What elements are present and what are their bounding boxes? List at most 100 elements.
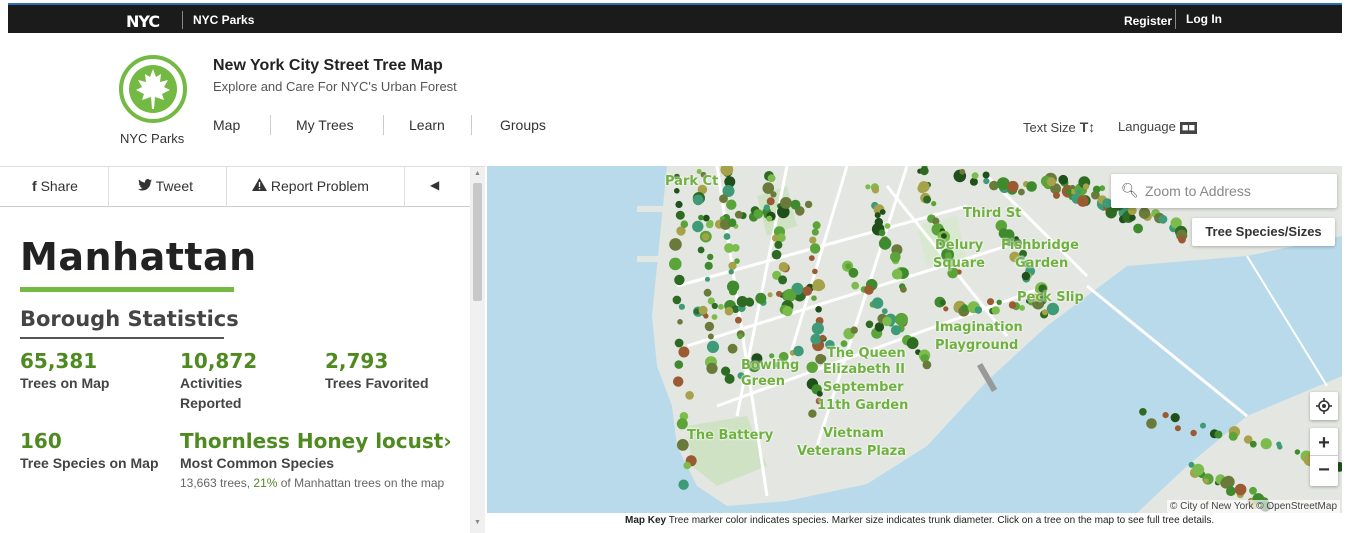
tree-marker[interactable] bbox=[1021, 271, 1031, 281]
locate-me-button[interactable] bbox=[1310, 392, 1338, 420]
tree-marker[interactable] bbox=[810, 333, 822, 345]
tree-marker[interactable] bbox=[678, 303, 685, 310]
tree-marker[interactable] bbox=[767, 174, 776, 183]
tree-marker[interactable] bbox=[878, 229, 886, 237]
tree-marker[interactable] bbox=[871, 297, 884, 309]
tree-marker[interactable] bbox=[1294, 449, 1301, 455]
tree-marker[interactable] bbox=[723, 233, 731, 240]
tree-marker[interactable] bbox=[669, 257, 682, 271]
tree-marker[interactable] bbox=[845, 263, 852, 270]
tree-marker[interactable] bbox=[705, 276, 710, 282]
tree-marker[interactable] bbox=[1228, 431, 1238, 441]
collapse-sidebar-icon[interactable]: ◀ bbox=[430, 178, 439, 192]
tree-marker[interactable] bbox=[1046, 177, 1056, 187]
nyc-parks-logo[interactable] bbox=[119, 55, 187, 123]
tree-marker[interactable] bbox=[811, 228, 819, 236]
tree-marker[interactable] bbox=[922, 360, 932, 370]
tree-marker[interactable] bbox=[879, 209, 886, 215]
tree-marker[interactable] bbox=[1065, 188, 1072, 195]
tree-marker[interactable] bbox=[816, 390, 823, 397]
tree-marker[interactable] bbox=[1260, 438, 1272, 450]
tree-marker[interactable] bbox=[996, 299, 1002, 305]
tree-marker[interactable] bbox=[1042, 309, 1048, 316]
tree-marker[interactable] bbox=[698, 214, 704, 221]
tree-marker[interactable] bbox=[848, 267, 859, 278]
tree-marker[interactable] bbox=[771, 249, 782, 260]
tree-marker[interactable] bbox=[808, 409, 817, 418]
tree-marker[interactable] bbox=[809, 243, 821, 254]
tree-marker[interactable] bbox=[1170, 413, 1180, 423]
tree-marker[interactable] bbox=[1138, 207, 1151, 219]
tree-marker[interactable] bbox=[793, 345, 804, 357]
tree-marker[interactable] bbox=[707, 220, 714, 226]
tree-marker[interactable] bbox=[707, 253, 714, 261]
tree-marker[interactable] bbox=[707, 333, 714, 340]
tree-marker[interactable] bbox=[778, 275, 788, 285]
tree-marker[interactable] bbox=[774, 240, 783, 249]
tree-map[interactable]: Park Ct Bowling Green The Battery The Qu… bbox=[487, 166, 1342, 513]
tree-marker[interactable] bbox=[811, 295, 817, 301]
share-button[interactable]: f Share bbox=[32, 178, 78, 194]
tree-marker[interactable] bbox=[865, 320, 874, 329]
scroll-up-icon[interactable]: ▲ bbox=[474, 170, 481, 177]
tree-marker[interactable] bbox=[804, 200, 813, 209]
tree-marker[interactable] bbox=[923, 195, 932, 204]
scrollbar-thumb[interactable] bbox=[473, 183, 482, 301]
tree-marker[interactable] bbox=[864, 285, 874, 295]
tree-marker[interactable] bbox=[808, 255, 815, 261]
nyc-parks-link[interactable]: NYC Parks bbox=[182, 11, 254, 29]
tree-marker[interactable] bbox=[812, 268, 818, 275]
tree-marker[interactable] bbox=[931, 201, 937, 207]
tree-marker[interactable] bbox=[678, 346, 690, 358]
tree-marker[interactable] bbox=[851, 281, 860, 290]
nav-learn[interactable]: Learn bbox=[409, 117, 445, 133]
tree-marker[interactable] bbox=[1076, 189, 1082, 194]
tree-marker[interactable] bbox=[1226, 486, 1236, 497]
tree-marker[interactable] bbox=[1178, 235, 1186, 244]
tree-marker[interactable] bbox=[906, 337, 919, 350]
tree-marker[interactable] bbox=[1133, 223, 1143, 234]
tweet-button[interactable]: Tweet bbox=[138, 178, 193, 194]
tree-marker[interactable] bbox=[812, 279, 825, 292]
tree-marker[interactable] bbox=[918, 181, 930, 193]
tree-marker[interactable] bbox=[1200, 422, 1206, 429]
tree-marker[interactable] bbox=[685, 391, 694, 400]
sidebar-scrollbar[interactable]: ▲ ▼ bbox=[470, 167, 485, 533]
tree-marker[interactable] bbox=[674, 274, 685, 286]
tree-marker[interactable] bbox=[692, 194, 704, 206]
tree-marker[interactable] bbox=[895, 312, 908, 326]
tree-marker[interactable] bbox=[890, 325, 902, 336]
search-input[interactable]: Zoom to Address bbox=[1145, 183, 1251, 199]
tree-marker[interactable] bbox=[819, 334, 826, 341]
tree-marker[interactable] bbox=[675, 210, 685, 220]
tree-marker[interactable] bbox=[726, 199, 737, 210]
tree-marker[interactable] bbox=[669, 238, 682, 251]
tree-marker[interactable] bbox=[724, 373, 735, 384]
tree-marker[interactable] bbox=[1234, 483, 1247, 496]
tree-marker[interactable] bbox=[865, 184, 871, 190]
tree-marker[interactable] bbox=[724, 306, 734, 316]
tree-marker[interactable] bbox=[672, 295, 682, 305]
tree-marker[interactable] bbox=[1129, 214, 1136, 221]
report-problem-button[interactable]: Report Problem bbox=[252, 178, 369, 194]
tree-marker[interactable] bbox=[706, 340, 720, 353]
tree-species-sizes-button[interactable]: Tree Species/Sizes bbox=[1192, 218, 1335, 246]
zoom-in-button[interactable]: + bbox=[1310, 430, 1338, 456]
tree-marker[interactable] bbox=[728, 261, 737, 270]
register-link[interactable]: Register bbox=[1124, 14, 1172, 28]
tree-marker[interactable] bbox=[1203, 478, 1209, 484]
nav-map[interactable]: Map bbox=[213, 117, 240, 133]
tree-marker[interactable] bbox=[850, 326, 858, 334]
tree-marker[interactable] bbox=[871, 186, 880, 194]
zoom-out-button[interactable]: − bbox=[1310, 458, 1338, 484]
tree-marker[interactable] bbox=[776, 290, 782, 297]
tree-marker[interactable] bbox=[1249, 440, 1257, 448]
tree-marker[interactable] bbox=[753, 209, 763, 219]
tree-marker[interactable] bbox=[1222, 475, 1235, 488]
tree-marker[interactable] bbox=[991, 306, 1000, 315]
tree-marker[interactable] bbox=[890, 251, 901, 263]
tree-marker[interactable] bbox=[719, 194, 728, 204]
tree-marker[interactable] bbox=[974, 306, 983, 314]
tree-marker[interactable] bbox=[673, 376, 684, 387]
tree-marker[interactable] bbox=[987, 298, 994, 306]
